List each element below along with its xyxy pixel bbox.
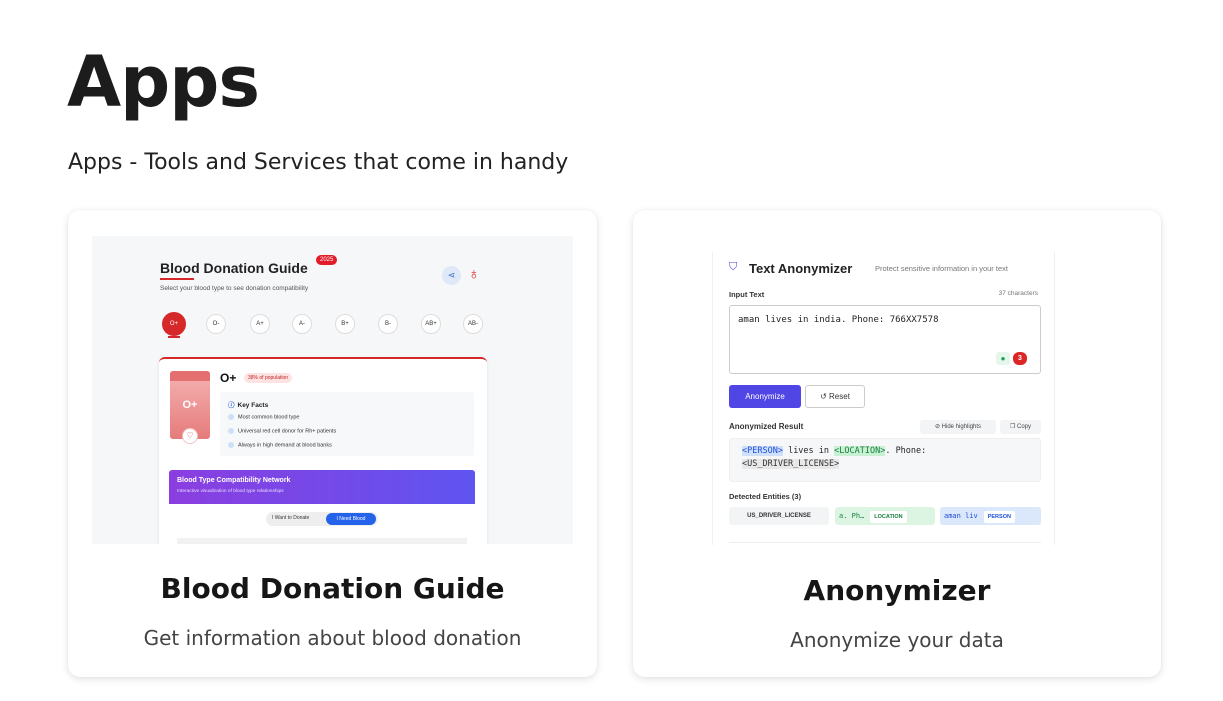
entity-chip: aman liv PERSON (940, 507, 1041, 525)
blood-type-option: B+ (335, 314, 355, 334)
bd-subtitle: Select your blood type to see donation c… (160, 285, 309, 292)
anonymized-result-label: Anonymized Result (729, 422, 804, 431)
page-title: Apps (67, 41, 260, 123)
anonymize-button: Anonymize (729, 385, 801, 408)
app-card-anonymizer[interactable]: ⛉ Text Anonymizer Protect sensitive info… (633, 210, 1161, 677)
shield-icon: ⛉ (729, 261, 738, 273)
detected-entities-label: Detected Entities (3) (729, 492, 802, 501)
grammar-check-icon: ● (996, 352, 1010, 365)
app-card-blood-donation[interactable]: Blood Donation Guide 2025 Select your bl… (68, 210, 597, 677)
key-fact-item: Most common blood type (228, 414, 299, 420)
selected-blood-type: O+ (220, 371, 237, 385)
compatibility-network-header: Blood Type Compatibility Network Interac… (169, 470, 475, 504)
page-subtitle: Apps - Tools and Services that come in h… (68, 150, 569, 175)
eye-off-icon: ⊘ (934, 424, 942, 430)
bd-title-underline (160, 278, 194, 280)
copy-icon: ❐ (1009, 424, 1018, 430)
blood-type-option: O- (206, 314, 226, 334)
result-license-token: <US_DRIVER_LICENSE> (742, 459, 840, 469)
card-description: Get information about blood donation (143, 626, 522, 650)
entity-chip: a. Ph… LOCATION (835, 507, 935, 525)
char-count: 37 characters (998, 290, 1038, 297)
check-icon (228, 414, 234, 420)
key-fact-item: Always in high demand at blood banks (228, 442, 332, 448)
check-icon (228, 428, 234, 434)
share-icon: ⋖ (442, 266, 461, 285)
copy-button: ❐ Copy (1000, 420, 1041, 434)
blood-type-option: A+ (250, 314, 270, 334)
an-tagline: Protect sensitive information in your te… (875, 264, 1008, 273)
input-text-label: Input Text (729, 290, 765, 299)
blood-donation-thumbnail[interactable]: Blood Donation Guide 2025 Select your bl… (92, 236, 573, 544)
heart-icon: ♡ (182, 428, 198, 444)
blood-type-detail-panel: O+ ♡ O+ 38% of population ⓘ Key Facts Mos… (159, 357, 487, 544)
key-fact-item: Universal red cell donor for Rh+ patient… (228, 428, 336, 434)
anonymizer-thumbnail[interactable]: ⛉ Text Anonymizer Protect sensitive info… (712, 252, 1055, 545)
reset-icon: ↺ (820, 392, 830, 401)
check-icon (228, 442, 234, 448)
input-textarea: aman lives in india. Phone: 766XX7578 ● … (729, 305, 1041, 374)
card-title[interactable]: Blood Donation Guide (68, 572, 597, 605)
toggle-need-blood: I Need Blood (326, 513, 376, 525)
key-facts-box: ⓘ Key Facts Most common blood type Univer… (220, 392, 474, 456)
network-subtitle: Interactive visualization of blood type … (177, 489, 284, 494)
blood-type-option: AB- (463, 314, 483, 334)
card-description: Anonymize your data (790, 628, 1004, 652)
card-title[interactable]: Anonymizer (633, 574, 1161, 607)
blood-type-option: B- (378, 314, 398, 334)
divider (729, 542, 1041, 543)
hide-highlights-button: ⊘ Hide highlights (920, 420, 996, 434)
info-icon: ⓘ (228, 402, 235, 409)
blood-type-option: A- (292, 314, 312, 334)
reset-button: ↺ Reset (805, 385, 865, 408)
network-title: Blood Type Compatibility Network (177, 477, 291, 484)
result-person-token: <PERSON> (742, 446, 783, 456)
blood-type-card: O+ ♡ (170, 371, 210, 444)
blood-type-option: O+ (162, 312, 186, 336)
blood-type-selector: O+ O- A+ A- B+ B- AB+ AB- (162, 312, 483, 336)
bd-app-title: Blood Donation Guide (160, 260, 308, 276)
donate-need-toggle: I Want to Donate I Need Blood (266, 512, 378, 526)
blood-type-option: AB+ (421, 314, 441, 334)
issue-count-badge: 3 (1013, 352, 1027, 365)
selected-type-indicator (168, 336, 180, 338)
key-facts-title: ⓘ Key Facts (228, 402, 269, 409)
bd-year-badge: 2025 (316, 255, 338, 265)
input-text-value: aman lives in india. Phone: 766XX7578 (738, 315, 939, 325)
entity-chip: US_DRIVER_LICENSE (729, 507, 829, 525)
network-area (177, 538, 467, 544)
an-app-title: Text Anonymizer (749, 261, 853, 276)
toggle-donate: I Want to Donate (272, 515, 310, 521)
population-badge: 38% of population (244, 373, 293, 383)
anonymized-result-box: <PERSON> lives in <LOCATION>. Phone: <US… (729, 438, 1041, 482)
blood-type-card-label: O+ (182, 399, 198, 411)
blood-drop-icon: ♁ (468, 266, 480, 283)
result-location-token: <LOCATION> (834, 446, 886, 456)
